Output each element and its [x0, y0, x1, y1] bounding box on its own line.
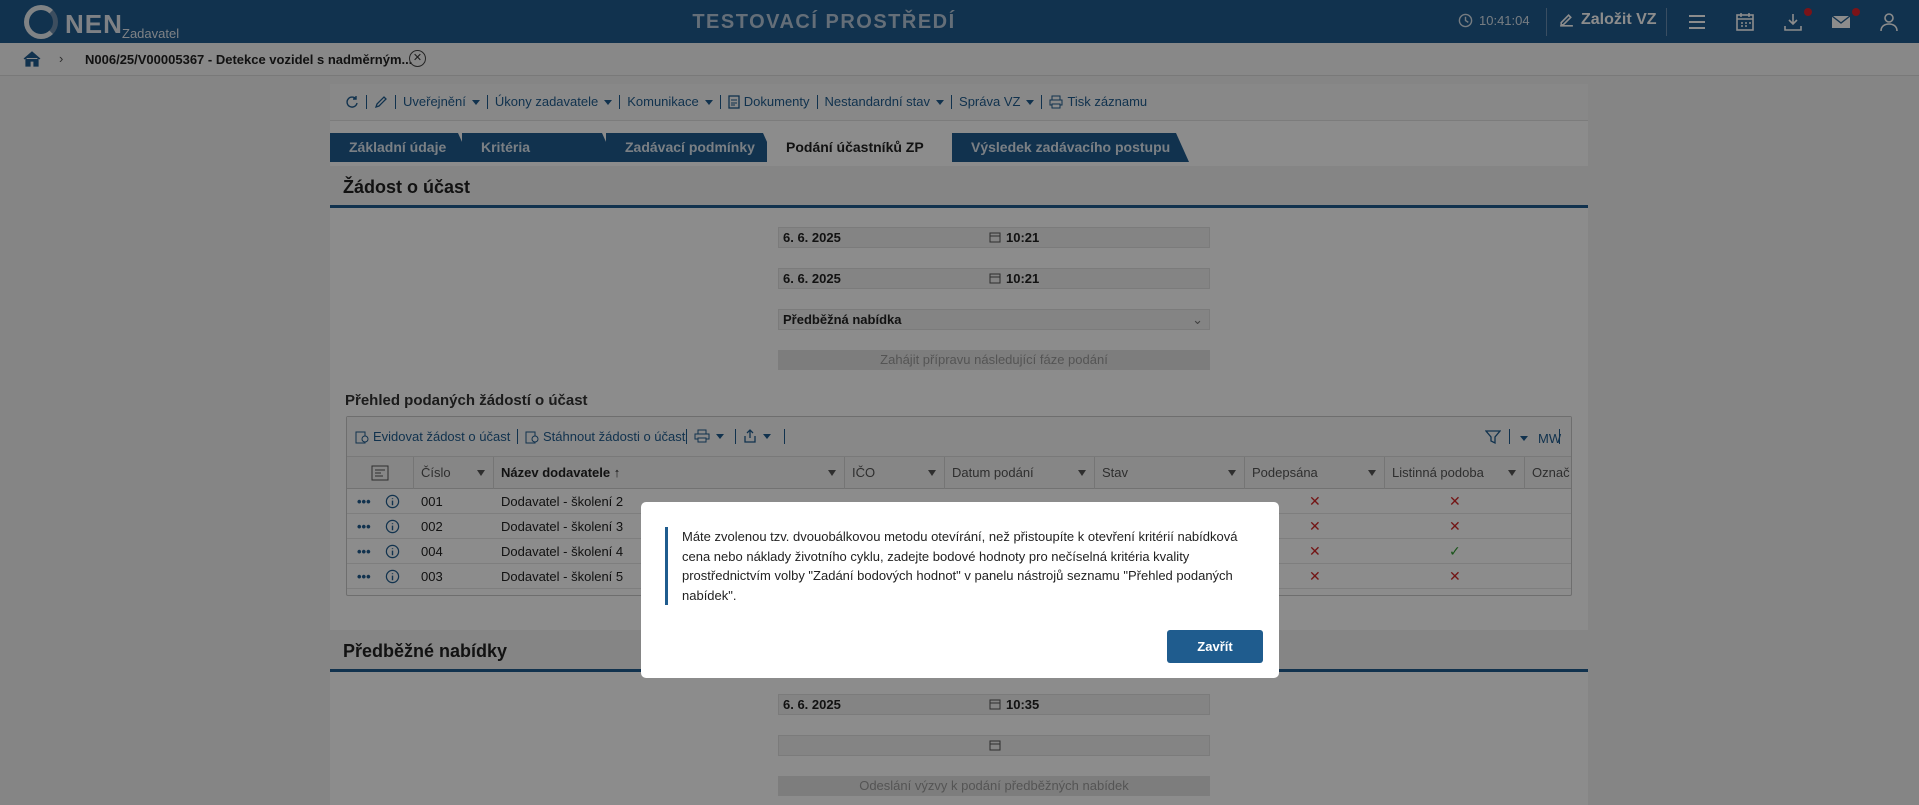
dialog-message: Máte zvolenou tzv. dvouobálkovou metodu …	[665, 527, 1255, 605]
info-dialog: Máte zvolenou tzv. dvouobálkovou metodu …	[641, 502, 1279, 678]
close-dialog-button[interactable]: Zavřít	[1167, 630, 1263, 663]
modal-overlay[interactable]	[0, 0, 1919, 805]
